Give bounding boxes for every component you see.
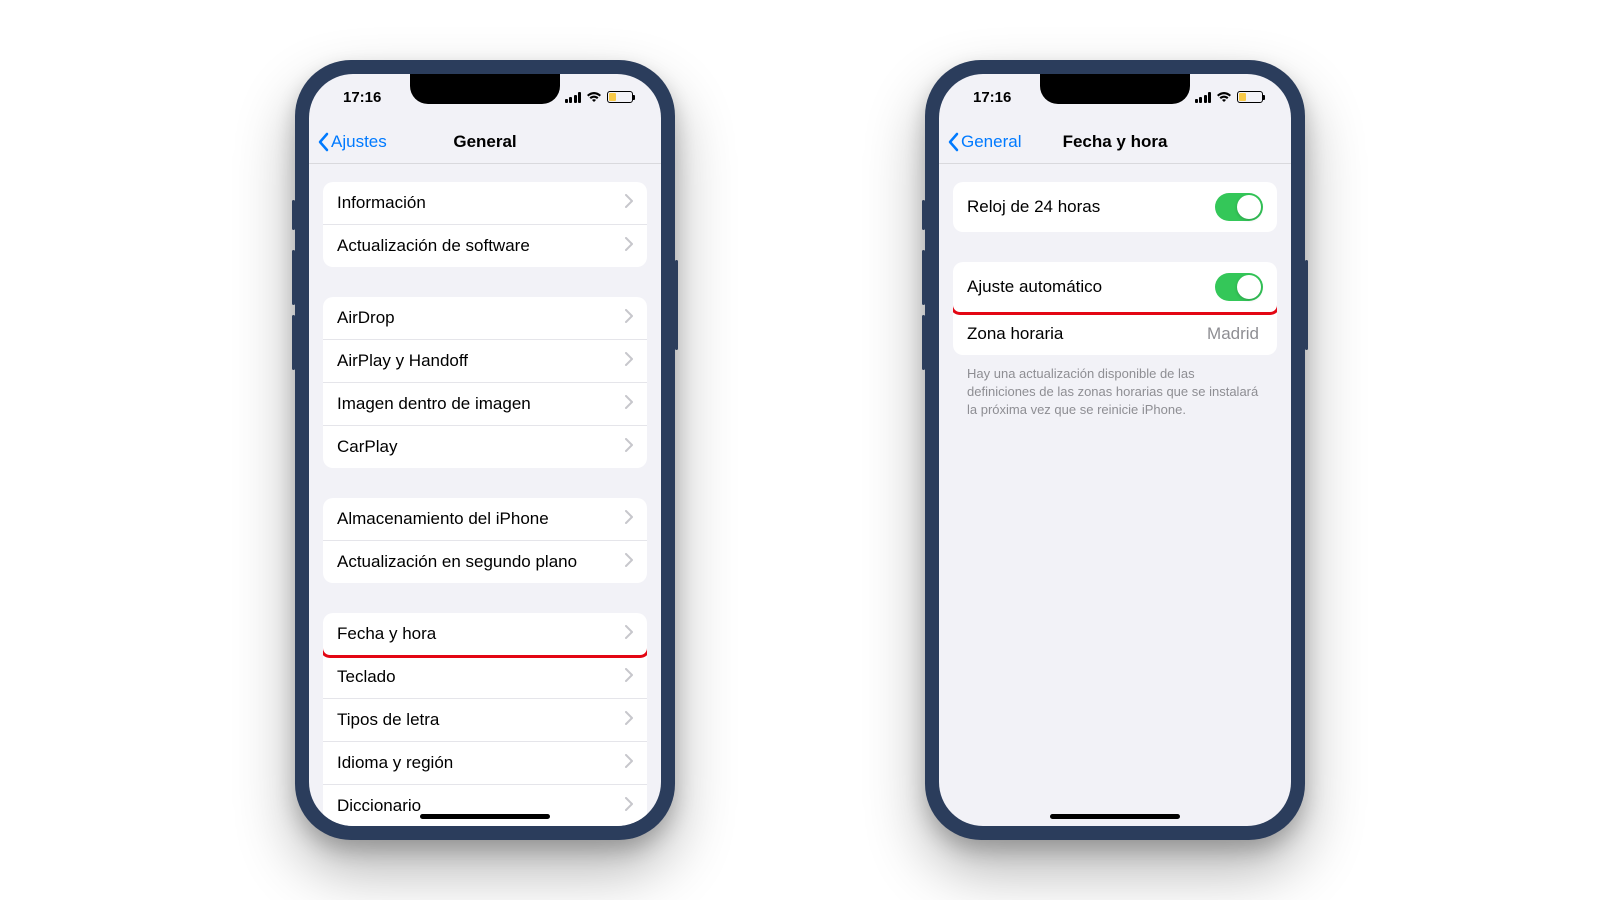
row-pip[interactable]: Imagen dentro de imagen — [323, 383, 647, 426]
row-label: AirDrop — [337, 308, 625, 328]
row-label: AirPlay y Handoff — [337, 351, 625, 371]
row-label: Diccionario — [337, 796, 625, 816]
volume-down-button[interactable] — [922, 315, 925, 370]
chevron-right-icon — [625, 710, 633, 730]
chevron-right-icon — [625, 308, 633, 328]
chevron-right-icon — [625, 437, 633, 457]
notch — [1040, 74, 1190, 104]
row-tipos-letra[interactable]: Tipos de letra — [323, 699, 647, 742]
row-diccionario[interactable]: Diccionario — [323, 785, 647, 826]
row-label: Actualización en segundo plano — [337, 552, 625, 572]
mute-switch[interactable] — [922, 200, 925, 230]
nav-bar: General Fecha y hora — [939, 120, 1291, 164]
status-time: 17:16 — [343, 89, 381, 106]
row-label: Información — [337, 193, 625, 213]
settings-group-1: Información Actualización de software — [323, 182, 647, 267]
chevron-right-icon — [625, 236, 633, 256]
row-label: Imagen dentro de imagen — [337, 394, 625, 414]
chevron-right-icon — [625, 753, 633, 773]
back-button[interactable]: General — [947, 132, 1021, 152]
row-label: Almacenamiento del iPhone — [337, 509, 625, 529]
home-indicator[interactable] — [1050, 814, 1180, 819]
footer-note: Hay una actualización disponible de las … — [939, 365, 1291, 420]
chevron-right-icon — [625, 624, 633, 644]
cellular-signal-icon — [565, 92, 582, 103]
row-almacenamiento[interactable]: Almacenamiento del iPhone — [323, 498, 647, 541]
home-indicator[interactable] — [420, 814, 550, 819]
notch — [410, 74, 560, 104]
chevron-right-icon — [625, 796, 633, 816]
row-fecha-hora[interactable]: Fecha y hora — [323, 613, 647, 656]
phone-left: 17:16 Ajustes General Información — [295, 60, 675, 840]
volume-up-button[interactable] — [922, 250, 925, 305]
row-airplay[interactable]: AirPlay y Handoff — [323, 340, 647, 383]
battery-icon — [1237, 91, 1263, 103]
nav-bar: Ajustes General — [309, 120, 661, 164]
settings-group-auto: Ajuste automático Zona horaria Madrid — [953, 262, 1277, 355]
wifi-icon — [1216, 91, 1232, 103]
row-label: Reloj de 24 horas — [967, 197, 1215, 217]
row-informacion[interactable]: Información — [323, 182, 647, 225]
row-label: CarPlay — [337, 437, 625, 457]
row-actualizacion-fondo[interactable]: Actualización en segundo plano — [323, 541, 647, 583]
toggle-switch[interactable] — [1215, 273, 1263, 301]
chevron-right-icon — [625, 667, 633, 687]
settings-group-2: AirDrop AirPlay y Handoff Imagen dentro … — [323, 297, 647, 468]
back-label: General — [961, 132, 1021, 152]
back-label: Ajustes — [331, 132, 387, 152]
row-ajuste-automatico[interactable]: Ajuste automático — [953, 262, 1277, 313]
battery-icon — [607, 91, 633, 103]
toggle-switch[interactable] — [1215, 193, 1263, 221]
chevron-left-icon — [317, 132, 329, 152]
row-label: Actualización de software — [337, 236, 625, 256]
row-actualizacion-software[interactable]: Actualización de software — [323, 225, 647, 267]
row-label: Idioma y región — [337, 753, 625, 773]
page-title: Fecha y hora — [1063, 132, 1168, 152]
chevron-right-icon — [625, 193, 633, 213]
row-reloj-24h[interactable]: Reloj de 24 horas — [953, 182, 1277, 232]
settings-group-3: Almacenamiento del iPhone Actualización … — [323, 498, 647, 583]
chevron-right-icon — [625, 509, 633, 529]
power-button[interactable] — [675, 260, 678, 350]
row-label: Tipos de letra — [337, 710, 625, 730]
page-title: General — [453, 132, 516, 152]
settings-group-clock: Reloj de 24 horas — [953, 182, 1277, 232]
row-zona-horaria[interactable]: Zona horaria Madrid — [953, 313, 1277, 355]
row-teclado[interactable]: Teclado — [323, 656, 647, 699]
volume-down-button[interactable] — [292, 315, 295, 370]
row-value: Madrid — [1207, 324, 1259, 344]
row-label: Zona horaria — [967, 324, 1207, 344]
chevron-right-icon — [625, 351, 633, 371]
row-idioma[interactable]: Idioma y región — [323, 742, 647, 785]
row-carplay[interactable]: CarPlay — [323, 426, 647, 468]
chevron-left-icon — [947, 132, 959, 152]
chevron-right-icon — [625, 394, 633, 414]
status-time: 17:16 — [973, 89, 1011, 106]
row-label: Teclado — [337, 667, 625, 687]
chevron-right-icon — [625, 552, 633, 572]
phone-right: 17:16 General Fecha y hora Reloj de 24 h… — [925, 60, 1305, 840]
wifi-icon — [586, 91, 602, 103]
row-airdrop[interactable]: AirDrop — [323, 297, 647, 340]
back-button[interactable]: Ajustes — [317, 132, 387, 152]
mute-switch[interactable] — [292, 200, 295, 230]
settings-group-4: Fecha y hora Teclado Tipos de letra Idio… — [323, 613, 647, 826]
row-label: Fecha y hora — [337, 624, 625, 644]
power-button[interactable] — [1305, 260, 1308, 350]
row-label: Ajuste automático — [967, 277, 1215, 297]
volume-up-button[interactable] — [292, 250, 295, 305]
cellular-signal-icon — [1195, 92, 1212, 103]
